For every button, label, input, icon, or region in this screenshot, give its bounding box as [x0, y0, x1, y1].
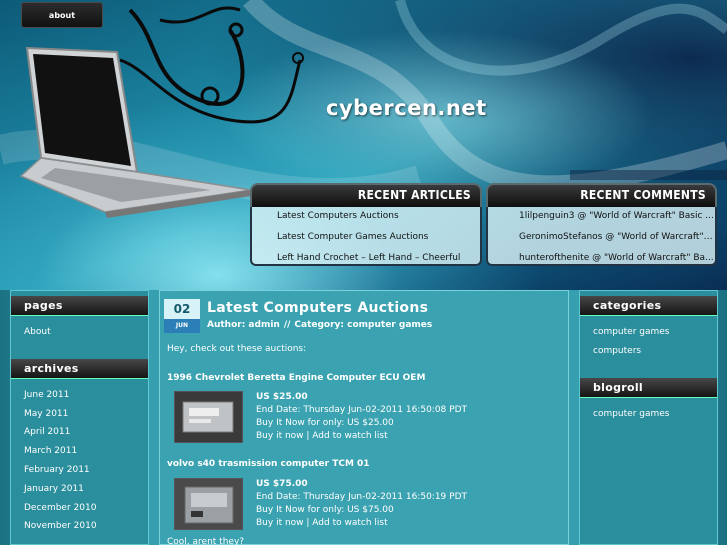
recent-comment-link[interactable]: hunterofthenite @ "World of Warcraft" Ba…: [488, 249, 715, 264]
blogroll-widget: blogroll computer games: [580, 377, 717, 435]
recent-article-link[interactable]: Latest Computer Games Auctions: [252, 228, 480, 249]
categories-title: categories: [580, 296, 717, 316]
post-date-day: 02: [164, 299, 200, 319]
recent-articles-box: RECENT ARTICLES Latest Computers Auction…: [250, 183, 482, 266]
archives-title: archives: [11, 358, 148, 379]
archive-link[interactable]: April 2011: [24, 426, 148, 445]
recent-article-link[interactable]: Latest Computers Auctions: [252, 207, 480, 228]
categories-widget: categories computer games computers: [580, 296, 717, 378]
recent-article-link[interactable]: Left Hand Crochet – Left Hand – Cheerful…: [252, 249, 477, 264]
auction-item-actions[interactable]: Buy it now | Add to watch list: [256, 517, 467, 530]
archive-link[interactable]: November 2010: [24, 520, 148, 539]
recent-comments-box: RECENT COMMENTS 1lilpenguin3 @ "World of…: [486, 183, 717, 266]
recent-comment-link[interactable]: GeronimoStefanos @ "World of Warcraft" B…: [488, 228, 715, 249]
auction-item-actions[interactable]: Buy it now | Add to watch list: [256, 430, 467, 443]
post-title[interactable]: Latest Computers Auctions: [207, 300, 428, 316]
site-title[interactable]: cybercen.net: [326, 96, 487, 120]
auction-item-info: US $75.00 End Date: Thursday Jun-02-2011…: [256, 478, 467, 530]
auction-item-price: US $75.00: [256, 479, 308, 489]
archive-link[interactable]: February 2011: [24, 464, 148, 483]
pages-widget: pages About: [11, 296, 148, 359]
archives-widget: archives June 2011 May 2011 April 2011 M…: [11, 358, 148, 545]
post-date-badge: 02 JUN: [164, 299, 200, 333]
post-meta: Author: admin//Category: computer games: [207, 320, 432, 330]
category-link[interactable]: computer games: [593, 326, 717, 345]
left-sidebar: pages About archives June 2011 May 2011 …: [10, 290, 149, 545]
auction-item-image[interactable]: [174, 391, 243, 443]
meta-separator: //: [283, 320, 291, 330]
post-category[interactable]: Category: computer games: [294, 320, 432, 330]
auction-item-title[interactable]: volvo s40 trasmission computer TCM 01: [167, 459, 370, 469]
blogroll-link[interactable]: computer games: [593, 408, 717, 427]
recent-articles-title: RECENT ARTICLES: [250, 183, 482, 207]
page-link-about[interactable]: About: [24, 326, 148, 345]
post-date-month: JUN: [164, 319, 200, 333]
post-author[interactable]: Author: admin: [207, 320, 280, 330]
archive-link[interactable]: May 2011: [24, 408, 148, 427]
post-intro: Hey, check out these auctions:: [167, 344, 307, 354]
recent-comments-title: RECENT COMMENTS: [486, 183, 717, 207]
auction-item-price: US $25.00: [256, 392, 308, 402]
archive-link[interactable]: June 2011: [24, 389, 148, 408]
auction-item-image[interactable]: [174, 478, 243, 530]
auction-item-end-date: End Date: Thursday Jun-02-2011 16:50:19 …: [256, 492, 467, 502]
auction-item-buy-it-now: Buy It Now for only: US $25.00: [256, 418, 394, 428]
main-area: pages About archives June 2011 May 2011 …: [0, 290, 727, 545]
auction-item-end-date: End Date: Thursday Jun-02-2011 16:50:08 …: [256, 405, 467, 415]
blogroll-title: blogroll: [580, 377, 717, 398]
recent-comment-link[interactable]: 1lilpenguin3 @ "World of Warcraft" Basic…: [488, 207, 715, 228]
category-link[interactable]: computers: [593, 345, 717, 364]
about-nav-button[interactable]: about: [21, 2, 103, 28]
archive-link[interactable]: March 2011: [24, 445, 148, 464]
auction-item-info: US $25.00 End Date: Thursday Jun-02-2011…: [256, 391, 467, 443]
auction-item-buy-it-now: Buy It Now for only: US $75.00: [256, 505, 394, 515]
laptop-image: [19, 46, 252, 218]
right-sidebar: categories computer games computers blog…: [579, 290, 718, 545]
pages-title: pages: [11, 296, 148, 316]
archive-link[interactable]: January 2011: [24, 483, 148, 502]
post-content: 02 JUN Latest Computers Auctions Author:…: [159, 290, 569, 545]
post-outro: Cool, arent they?: [167, 537, 245, 545]
auction-item-title[interactable]: 1996 Chevrolet Beretta Engine Computer E…: [167, 373, 425, 383]
archive-link[interactable]: December 2010: [24, 502, 148, 521]
site-header: about cybercen.net RECENT ARTICLES Lates…: [0, 0, 727, 290]
